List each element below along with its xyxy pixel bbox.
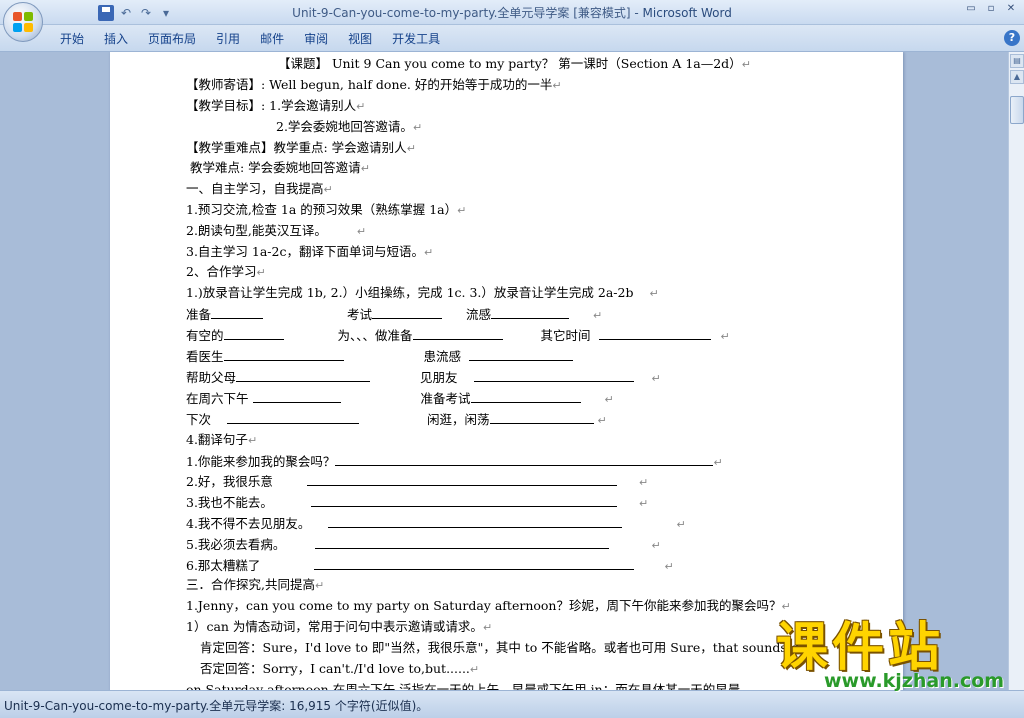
status-text: Unit-9-Can-you-come-to-my-party.全单元导学案: … xyxy=(4,699,429,713)
app-name: Microsoft Word xyxy=(642,6,732,20)
doc-line: 【课题】 Unit 9 Can you come to my party？ 第一… xyxy=(278,56,751,71)
restore-icon[interactable]: ▫ xyxy=(982,2,1000,16)
window-title: Unit-9-Can-you-come-to-my-party.全单元导学案 [… xyxy=(0,4,1024,21)
translation-item: 6.那太糟糕了 ↵ xyxy=(186,558,674,573)
tab-mailings[interactable]: 邮件 xyxy=(250,30,294,48)
translation-item: 1.你能来参加我的聚会吗？ ↵ xyxy=(186,454,723,469)
translation-item: 4.我不得不去见朋友。 ↵ xyxy=(186,516,686,531)
translation-item: 2.好，我很乐意 ↵ xyxy=(186,474,649,489)
tab-view[interactable]: 视图 xyxy=(338,30,382,48)
doc-line: 三．合作探究,共同提高↵ xyxy=(186,577,325,592)
vocab-row: 帮助父母 见朋友 ↵ xyxy=(186,370,661,385)
ruler-toggle-icon[interactable]: ▤ xyxy=(1010,54,1024,68)
doc-line: 1）can 为情态动词，常用于问句中表示邀请或请求。↵ xyxy=(186,619,493,634)
help-icon[interactable]: ? xyxy=(1004,30,1020,46)
watermark-logo: 课件站 www.kjzhan.com xyxy=(772,618,1022,692)
doc-line: 2、合作学习↵ xyxy=(186,264,266,279)
doc-line: 【教学目标】: 1.学会邀请别人↵ xyxy=(186,98,366,113)
ribbon-tabs: 开始 插入 页面布局 引用 邮件 审阅 视图 开发工具 xyxy=(50,30,450,48)
window-controls: ▭ ▫ ✕ xyxy=(962,2,1020,16)
vocab-row: 在周六下午 准备考试 ↵ xyxy=(186,391,614,406)
word-window: ↶ ↷ ▾ Unit-9-Can-you-come-to-my-party.全单… xyxy=(0,0,1024,718)
document-title: Unit-9-Can-you-come-to-my-party.全单元导学案 [… xyxy=(292,6,643,20)
tab-developer[interactable]: 开发工具 xyxy=(382,30,450,48)
doc-line: 教学难点: 学会委婉地回答邀请↵ xyxy=(190,160,370,175)
doc-line: 1.Jenny，can you come to my party on Satu… xyxy=(186,598,791,613)
document-area: 【课题】 Unit 9 Can you come to my party？ 第一… xyxy=(0,52,1008,690)
tab-review[interactable]: 审阅 xyxy=(294,30,338,48)
doc-line: 2.学会委婉地回答邀请。↵ xyxy=(276,119,423,134)
vocab-row: 下次 闲逛，闲荡 ↵ xyxy=(186,412,607,427)
document-page[interactable]: 【课题】 Unit 9 Can you come to my party？ 第一… xyxy=(110,52,903,690)
doc-line: 否定回答：Sorry，I can't./I'd love to,but.....… xyxy=(200,661,480,676)
vocab-row: 准备 考试 流感 ↵ xyxy=(186,307,603,322)
watermark-url: www.kjzhan.com xyxy=(824,670,1005,692)
doc-line: 一、自主学习，自我提高↵ xyxy=(186,181,333,196)
doc-line: 肯定回答：Sure，I'd love to 即"当然，我很乐意"，其中 to 不… xyxy=(200,640,822,655)
doc-line: 2.朗读句型,能英汉互译。 ↵ xyxy=(186,223,367,238)
minimize-icon[interactable]: ▭ xyxy=(962,2,980,16)
doc-line: 3.自主学习 1a-2c，翻译下面单词与短语。↵ xyxy=(186,244,434,259)
ribbon: 开始 插入 页面布局 引用 邮件 审阅 视图 开发工具 ? xyxy=(0,25,1024,52)
doc-line: 1.预习交流,检查 1a 的预习效果（熟练掌握 1a）↵ xyxy=(186,202,467,217)
tab-home[interactable]: 开始 xyxy=(50,30,94,48)
doc-line: 4.翻译句子↵ xyxy=(186,432,258,447)
doc-line: 1.)放录音让学生完成 1b, 2.）小组操练，完成 1c. 3.）放录音让学生… xyxy=(186,285,659,300)
doc-line: 【教学重难点】教学重点: 学会邀请别人↵ xyxy=(186,140,416,155)
title-bar: ↶ ↷ ▾ Unit-9-Can-you-come-to-my-party.全单… xyxy=(0,0,1024,25)
scroll-up-icon[interactable]: ▲ xyxy=(1010,70,1024,84)
vertical-scrollbar[interactable]: ▤ ▲ xyxy=(1008,52,1024,690)
tab-insert[interactable]: 插入 xyxy=(94,30,138,48)
tab-page-layout[interactable]: 页面布局 xyxy=(138,30,206,48)
vocab-row: 有空的 为、、、做准备 其它时间 ↵ xyxy=(186,328,730,343)
doc-line: on Saturday afternoon 在周六下午,泛指在一天的上午、早晨或… xyxy=(186,682,741,690)
close-icon[interactable]: ✕ xyxy=(1002,2,1020,16)
tab-references[interactable]: 引用 xyxy=(206,30,250,48)
status-bar: Unit-9-Can-you-come-to-my-party.全单元导学案: … xyxy=(0,690,1024,718)
translation-item: 3.我也不能去。 ↵ xyxy=(186,495,649,510)
doc-line: 【教师寄语】: Well begun, half done. 好的开始等于成功的… xyxy=(186,77,562,92)
scroll-thumb[interactable] xyxy=(1010,96,1024,124)
watermark-text: 课件站 xyxy=(776,618,945,678)
office-button[interactable] xyxy=(3,2,43,42)
vocab-row: 看医生 患流感 xyxy=(186,348,574,365)
office-logo-icon xyxy=(13,12,33,32)
translation-item: 5.我必须去看病。 ↵ xyxy=(186,537,661,552)
